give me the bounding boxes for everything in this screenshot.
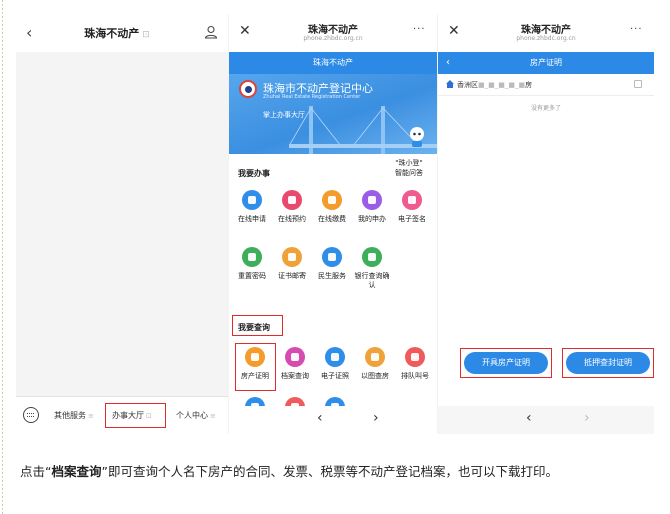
robot-icon[interactable]: [407, 126, 427, 148]
license-icon: [325, 347, 345, 367]
browser-nav: ‹ ›: [438, 406, 654, 434]
nav-back-icon[interactable]: ‹: [317, 410, 323, 426]
service-online-booking[interactable]: 在线预约: [272, 190, 312, 224]
no-more-text: 没有更多了: [530, 105, 561, 112]
top-bar: ‹ 珠海不动产 ⊡: [16, 14, 228, 52]
edit-icon: [362, 190, 382, 210]
map-icon: [365, 347, 385, 367]
property-checkbox[interactable]: [634, 80, 642, 88]
nav-forward-icon[interactable]: ›: [584, 410, 590, 426]
browser-nav: ‹ ›: [229, 406, 437, 434]
external-icon: ⊡: [142, 30, 150, 40]
window-bar: ✕ 珠海不动产 phone.zhbdc.org.cn ···: [438, 14, 654, 52]
user-icon[interactable]: [204, 25, 218, 39]
menu-personal-center[interactable]: 个人中心 ≡: [176, 410, 216, 421]
banner: 珠海市不动产登记中心 Zhuhai Real Estate Registrati…: [229, 74, 437, 154]
phone-sign-icon: [402, 190, 422, 210]
panel-property-certificate: ✕ 珠海不动产 phone.zhbdc.org.cn ··· ‹ 房产证明 香洲…: [438, 14, 654, 434]
query-queue-number[interactable]: 排队叫号: [395, 347, 435, 381]
window-title: 珠海不动产: [308, 25, 358, 36]
service-e-signature[interactable]: 电子签名: [392, 190, 432, 224]
home-icon: [446, 80, 454, 88]
confirm-icon: [362, 247, 382, 267]
payment-icon: [322, 190, 342, 210]
bottom-menu: 其他服务 ≡ 办事大厅 ⊡ 个人中心 ≡: [16, 396, 228, 434]
section-title-query: 我要查询: [238, 323, 270, 332]
mail-icon: [282, 247, 302, 267]
page-header: ‹ 房产证明: [438, 52, 654, 74]
highlight-box: [562, 348, 654, 378]
caption: 点击“档案查询”即可查询个人名下房产的合同、发票、税票等不动产登记档案，也可以下…: [20, 464, 558, 479]
hall-label: 掌上办事大厅: [263, 111, 305, 119]
queue-icon: [405, 347, 425, 367]
more-icon[interactable]: ···: [413, 24, 426, 35]
service-livelihood[interactable]: 民生服务: [312, 247, 352, 281]
caption-emphasis: 档案查询: [51, 464, 102, 479]
page-header: 珠海不动产: [229, 52, 437, 74]
more-icon[interactable]: ···: [630, 24, 643, 35]
panel-wechat-account: ‹ 珠海不动产 ⊡ 其他服务 ≡ 办事大厅 ⊡ 个人中心 ≡: [16, 14, 228, 434]
highlight-box: [235, 343, 276, 391]
service-online-payment[interactable]: 在线缴费: [312, 190, 352, 224]
page-margin-rule: [2, 0, 3, 514]
window-title: 珠海不动产: [521, 25, 571, 36]
query-archive[interactable]: 档案查询: [275, 347, 315, 381]
window-url: phone.zhbdc.org.cn: [516, 35, 576, 42]
page-title: 珠海不动产 ⊡: [84, 27, 150, 40]
keyboard-icon[interactable]: [23, 407, 39, 423]
service-certificate-mail[interactable]: 证书邮寄: [272, 247, 312, 281]
panel-service-hall: ✕ 珠海不动产 phone.zhbdc.org.cn ··· 珠海不动产 珠海市…: [229, 14, 437, 434]
nav-forward-icon[interactable]: ›: [373, 410, 379, 426]
close-icon[interactable]: ✕: [239, 23, 251, 39]
archive-icon: [285, 347, 305, 367]
menu-other-services[interactable]: 其他服务 ≡: [54, 410, 94, 421]
query-map-search[interactable]: 以图查房: [355, 347, 395, 381]
query-e-license[interactable]: 电子证照: [315, 347, 355, 381]
service-reset-password[interactable]: 重置密码: [232, 247, 272, 281]
property-address: 香洲区■_■_■_■_■房: [457, 81, 533, 89]
back-icon[interactable]: ‹: [446, 52, 450, 74]
smart-helper-link[interactable]: "珠小登" 智能问答: [395, 158, 423, 178]
back-icon[interactable]: ‹: [26, 23, 32, 42]
calendar-icon: [282, 190, 302, 210]
online-apply-icon: [242, 190, 262, 210]
highlight-box: [460, 348, 552, 378]
password-icon: [242, 247, 262, 267]
service-my-applications[interactable]: 我的申办: [352, 190, 392, 224]
org-name-en: Zhuhai Real Estate Registration Center: [263, 94, 361, 100]
service-bank-confirm[interactable]: 银行查询确认: [352, 247, 392, 290]
window-bar: ✕ 珠海不动产 phone.zhbdc.org.cn ···: [229, 14, 437, 52]
section-title-handle: 我要办事: [238, 169, 270, 178]
window-url: phone.zhbdc.org.cn: [303, 35, 363, 42]
highlight-box: [105, 403, 166, 428]
nav-back-icon[interactable]: ‹: [526, 410, 532, 426]
drop-icon: [322, 247, 342, 267]
close-icon[interactable]: ✕: [448, 23, 460, 39]
property-row[interactable]: 香洲区■_■_■_■_■房: [438, 74, 654, 96]
org-logo: [239, 80, 257, 98]
screenshot-composite: ‹ 珠海不动产 ⊡ 其他服务 ≡ 办事大厅 ⊡ 个人中心 ≡ ✕ 珠海不动产 phone…: [16, 14, 654, 434]
service-online-apply[interactable]: 在线申请: [232, 190, 272, 224]
